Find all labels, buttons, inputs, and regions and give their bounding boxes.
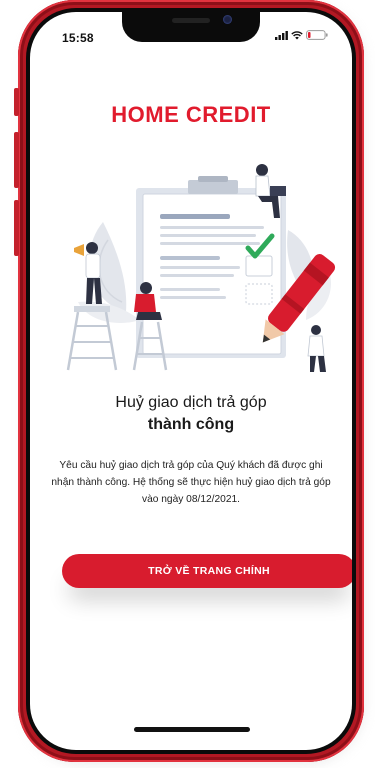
status-time: 15:58	[62, 31, 94, 45]
speaker	[172, 18, 210, 23]
result-title: Huỷ giao dịch trả góp thành công	[30, 392, 352, 436]
signal-icon	[275, 30, 288, 40]
back-to-home-button[interactable]: TRỞ VỀ TRANG CHÍNH	[62, 554, 352, 588]
notch	[122, 12, 260, 42]
battery-icon	[306, 30, 328, 40]
front-camera	[223, 15, 232, 24]
result-title-line2: thành công	[147, 416, 235, 433]
success-illustration	[66, 164, 336, 372]
home-indicator[interactable]	[134, 727, 250, 732]
side-button-left-3	[14, 200, 19, 256]
status-icons	[275, 30, 328, 40]
wifi-icon	[291, 30, 303, 39]
brand-logo: HOME CREDIT	[111, 102, 271, 127]
phone-screen: 15:58 HOME CREDIT Huỷ giao dịch trả góp …	[30, 12, 352, 750]
result-title-line1: Huỷ giao dịch trả góp	[115, 394, 267, 411]
result-description: Yêu cầu huỷ giao dịch trả góp của Quý kh…	[51, 460, 331, 505]
side-button-left-1	[14, 88, 19, 116]
side-button-left-2	[14, 132, 19, 188]
